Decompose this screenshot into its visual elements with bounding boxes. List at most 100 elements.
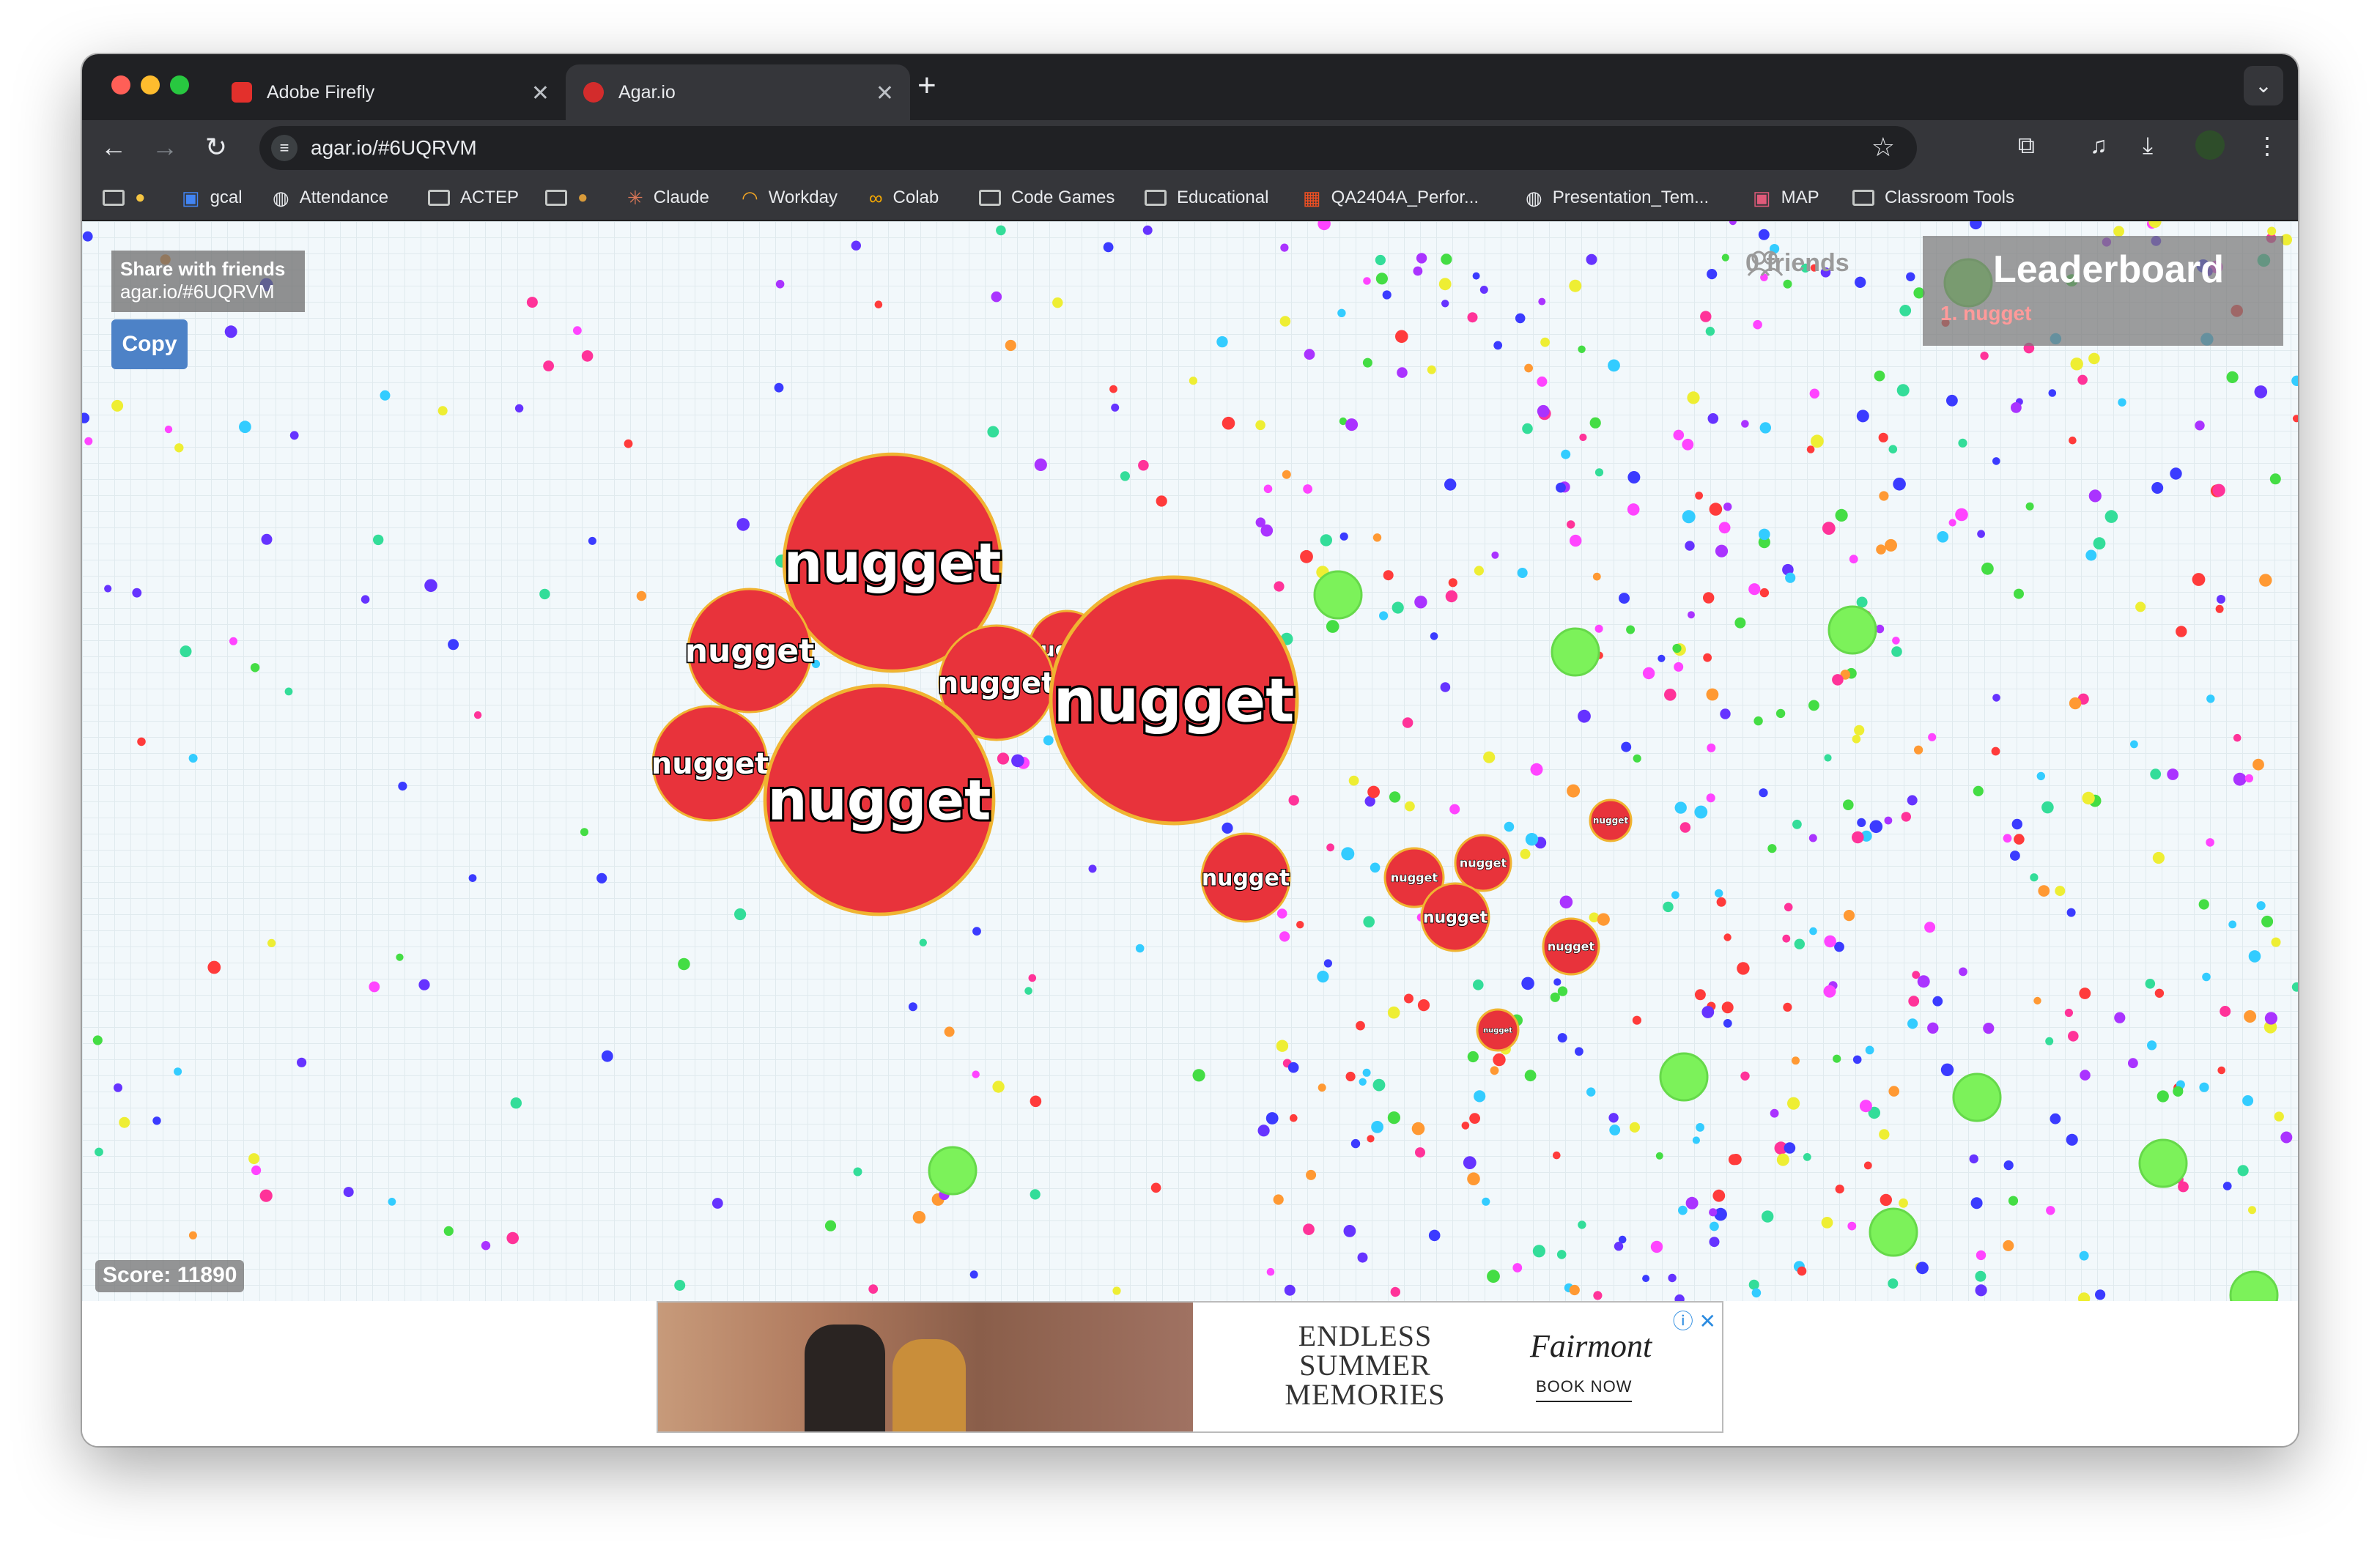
bookmark-code-games[interactable]: Code Games (979, 183, 1115, 212)
url-text[interactable]: agar.io/#6UQRVM (311, 136, 477, 160)
food-pellet (1784, 903, 1793, 912)
food-pellet (514, 404, 524, 413)
close-window-button[interactable] (111, 75, 130, 95)
food-pellet (1557, 1033, 1567, 1043)
food-pellet (1748, 583, 1761, 596)
bookmark-actep[interactable]: ACTEP (428, 183, 519, 212)
food-pellet (1416, 253, 1427, 264)
food-pellet (2269, 473, 2281, 485)
food-pellet (1835, 1185, 1844, 1194)
food-pellet (1685, 1196, 1699, 1209)
food-pellet (1345, 418, 1359, 431)
food-pellet (2291, 375, 2298, 386)
food-pellet (1567, 520, 1575, 529)
food-pellet (180, 645, 192, 658)
food-pellet (1474, 1090, 1486, 1103)
food-pellet (1723, 1019, 1732, 1028)
food-pellet (1621, 741, 1632, 752)
food-pellet (1504, 821, 1515, 832)
food-pellet (1832, 674, 1844, 686)
more-menu-icon[interactable]: ⋮ (2255, 132, 2279, 160)
player-name-label: nugget (1391, 871, 1438, 885)
bookmark-attendance[interactable]: ◍ Attendance (273, 183, 388, 212)
food-pellet (188, 1231, 197, 1240)
close-icon[interactable]: ✕ (531, 81, 550, 106)
friends-indicator[interactable]: 0 friends (1745, 249, 1849, 278)
bookmark-label: Classroom Tools (1885, 188, 2014, 207)
new-tab-button[interactable]: + (917, 67, 936, 104)
food-pellet (2233, 772, 2247, 786)
player-name-label: nugget (1054, 667, 1295, 736)
profile-avatar[interactable] (2195, 130, 2225, 160)
food-pellet (1411, 1122, 1425, 1135)
bookmark-star-icon[interactable]: ☆ (1871, 132, 1895, 163)
address-bar[interactable]: ≡ agar.io/#6UQRVM ☆ (259, 126, 1917, 170)
food-pellet (1855, 276, 1866, 288)
leaderboard-entry: 1. nugget (1940, 302, 2032, 325)
reload-button[interactable]: ↻ (199, 130, 233, 164)
food-pellet (2222, 1182, 2232, 1190)
food-pellet (2104, 510, 2118, 523)
food-pellet (229, 637, 237, 645)
food-pellet (1520, 848, 1531, 859)
ad-choices-icon[interactable]: ⓘ ✕ (1673, 1305, 1716, 1335)
bookmark-educational[interactable]: Educational (1145, 183, 1268, 212)
food-pellet (972, 927, 981, 936)
game-canvas[interactable]: nugget nugget nugget nugget nugget nugget nugg… (82, 221, 2298, 1301)
food-pellet (2154, 988, 2165, 999)
copy-button[interactable]: Copy (111, 319, 188, 369)
food-pellet (1339, 532, 1348, 541)
bookmark-classroom-tools[interactable]: Classroom Tools (1852, 183, 2014, 212)
bookmark-folder-2[interactable]: ● (545, 183, 588, 212)
food-pellet (1461, 1122, 1470, 1130)
food-pellet (1482, 1197, 1490, 1206)
food-pellet (2244, 1010, 2257, 1023)
tab-search-button[interactable]: ⌄ (2244, 66, 2283, 105)
bookmark-workday[interactable]: ◠ Workday (742, 183, 838, 212)
food-pellet (2045, 1037, 2054, 1045)
bookmark-qa2404a[interactable]: ▦ QA2404A_Perfor... (1303, 183, 1479, 212)
food-pellet (1318, 1083, 1326, 1092)
food-pellet (1843, 799, 1854, 810)
bookmark-folder-1[interactable]: ● (103, 183, 146, 212)
food-pellet (1379, 611, 1389, 620)
tab-agar-io[interactable]: Agar.io ✕ (566, 64, 910, 120)
zoom-window-button[interactable] (170, 75, 189, 95)
food-pellet (1483, 751, 1496, 763)
extensions-icon[interactable]: ⧉ (2018, 132, 2035, 160)
food-pellet (1493, 341, 1503, 350)
food-pellet (1469, 1113, 1480, 1124)
advertisement-banner[interactable]: ENDLESS SUMMER MEMORIES Fairmont BOOK NO… (657, 1301, 1723, 1433)
ad-book-now-button[interactable]: BOOK NOW (1536, 1377, 1633, 1402)
food-pellet (2220, 1006, 2231, 1017)
food-pellet (1692, 1136, 1700, 1144)
back-button[interactable]: ← (97, 130, 130, 164)
tab-title: Adobe Firefly (267, 81, 375, 103)
tab-bar: Adobe Firefly ✕ Agar.io ✕ + ⌄ (82, 54, 2298, 120)
bookmark-claude[interactable]: ✳ Claude (627, 183, 709, 212)
food-pellet (1674, 662, 1684, 672)
game-field[interactable]: nuggetnuggetnuggetnuggetnuggetnuggetnugg… (82, 221, 2298, 1301)
food-pellet (1767, 844, 1777, 853)
food-pellet (2173, 1086, 2184, 1097)
food-pellet (1614, 1242, 1624, 1251)
food-pellet (1405, 801, 1415, 812)
site-settings-icon[interactable]: ≡ (271, 135, 298, 161)
food-pellet (2259, 574, 2272, 587)
bookmark-colab[interactable]: ∞ Colab (869, 183, 939, 212)
bookmark-map[interactable]: ▣ MAP (1753, 183, 1819, 212)
food-pellet (2202, 972, 2211, 982)
food-pellet (1753, 716, 1763, 726)
close-icon[interactable]: ✕ (876, 81, 894, 106)
food-pellet (1674, 1294, 1685, 1301)
forward-button[interactable]: → (148, 130, 182, 164)
food-pellet (1030, 1095, 1042, 1108)
media-controls-icon[interactable]: ♫ (2090, 132, 2107, 159)
bookmark-presentation[interactable]: ◍ Presentation_Tem... (1526, 183, 1709, 212)
download-icon[interactable]: ⤓ (2143, 132, 2153, 160)
food-pellet (1296, 921, 1304, 929)
food-pellet (1758, 229, 1770, 240)
minimize-window-button[interactable] (141, 75, 160, 95)
bookmark-gcal[interactable]: ▣ gcal (182, 183, 243, 212)
tab-adobe-firefly[interactable]: Adobe Firefly ✕ (214, 64, 566, 120)
